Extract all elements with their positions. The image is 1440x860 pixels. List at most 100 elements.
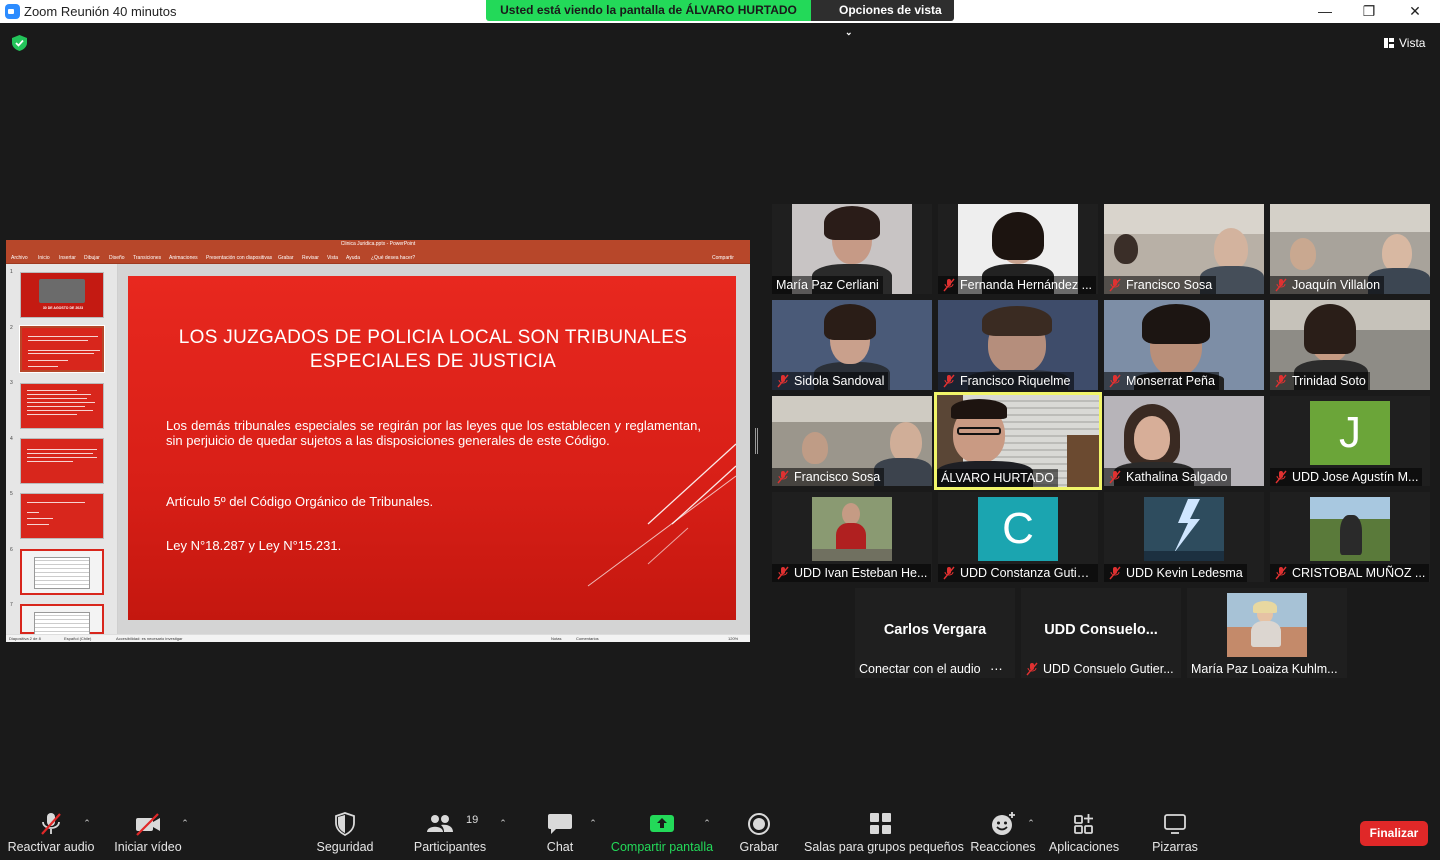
participant-profile-photo <box>812 497 892 561</box>
screen-share-banner: Usted está viendo la pantalla de ÁLVARO … <box>486 0 811 21</box>
status-comments: Comentarios <box>576 636 599 641</box>
audio-options-caret[interactable]: ⌃ <box>82 810 94 858</box>
participant-tile[interactable]: María Paz Loaiza Kuhlm... <box>1187 588 1347 678</box>
participant-tile[interactable]: UDD Kevin Ledesma <box>1104 492 1264 582</box>
whiteboards-label: Pizarras <box>1152 840 1198 854</box>
chevron-up-icon: ⌃ <box>181 818 189 828</box>
start-video-button[interactable]: Iniciar vídeo <box>110 810 186 858</box>
slide-title: LOS JUZGADOS DE POLICIA LOCAL SON TRIBUN… <box>178 327 688 372</box>
participant-tile[interactable]: Fernanda Hernández ... <box>938 204 1098 294</box>
participant-name: ÁLVARO HURTADO <box>937 469 1058 487</box>
more-options-icon[interactable]: ⋯ <box>990 662 1003 676</box>
view-options-button[interactable]: Opciones de vista ⌄ <box>811 0 954 37</box>
participant-tile[interactable]: Francisco Riquelme <box>938 300 1098 390</box>
participant-tile[interactable]: J UDD Jose Agustín M... <box>1270 396 1430 486</box>
chevron-up-icon: ⌃ <box>703 818 711 828</box>
participant-tile[interactable]: Sidola Sandoval <box>772 300 932 390</box>
muted-mic-icon <box>1275 374 1287 388</box>
muted-mic-icon <box>1275 566 1287 580</box>
whiteboards-button[interactable]: Pizarras <box>1146 810 1204 858</box>
apps-button[interactable]: Aplicaciones <box>1046 810 1122 858</box>
participants-button[interactable]: 19 Participantes <box>410 810 490 858</box>
powerpoint-status-bar: Diapositiva 2 de 8 Español (Chile) Acces… <box>6 634 750 642</box>
split-view-handle[interactable] <box>755 428 758 454</box>
smiley-icon <box>992 812 1015 835</box>
muted-mic-icon <box>1109 278 1121 292</box>
ribbon-tab: Revisar <box>302 255 319 261</box>
ribbon-tab: Inicio <box>38 255 50 261</box>
chevron-up-icon: ⌃ <box>499 818 507 828</box>
participant-tile[interactable]: UDD Consuelo... UDD Consuelo Gutier... <box>1021 588 1181 678</box>
ribbon-tab: Presentación con diapositivas <box>206 255 273 261</box>
slide-thumbnails-pane: 1 30 DE AGOSTO DE 2023 2 3 4 5 6 7 <box>6 264 118 636</box>
participant-tile[interactable]: UDD Ivan Esteban He... <box>772 492 932 582</box>
participant-tile[interactable]: C UDD Constanza Gutie... <box>938 492 1098 582</box>
participant-name: María Paz Cerliani <box>772 276 883 294</box>
encryption-shield-icon[interactable] <box>12 35 27 51</box>
start-video-label: Iniciar vídeo <box>114 840 182 854</box>
chevron-up-icon: ⌃ <box>83 818 91 828</box>
participant-tile[interactable]: Trinidad Soto <box>1270 300 1430 390</box>
muted-mic-icon <box>943 278 955 292</box>
status-zoom: 120% <box>728 636 739 641</box>
participant-tile[interactable]: Francisco Sosa <box>1104 204 1264 294</box>
muted-mic-icon <box>943 374 955 388</box>
active-speaker-tile[interactable]: ÁLVARO HURTADO <box>934 392 1102 490</box>
record-label: Grabar <box>739 840 779 854</box>
shared-screen[interactable]: Clinica Juridica.pptx - PowerPoint Archi… <box>6 240 750 642</box>
chevron-down-icon: ⌄ <box>845 27 853 37</box>
ribbon-tab: Grabar <box>278 255 294 261</box>
participant-tile[interactable]: Monserrat Peña <box>1104 300 1264 390</box>
apps-icon <box>1074 814 1093 834</box>
end-meeting-button[interactable]: Finalizar <box>1360 821 1428 846</box>
participants-label: Participantes <box>413 840 487 854</box>
participant-profile-photo <box>1227 593 1307 657</box>
muted-mic-icon <box>1109 374 1121 388</box>
ribbon-tab: Vista <box>327 255 339 261</box>
slide-thumbnail: 30 DE AGOSTO DE 2023 <box>20 272 104 318</box>
security-button[interactable]: Seguridad <box>310 810 380 858</box>
participant-tile[interactable]: Francisco Sosa <box>772 396 932 486</box>
chat-button[interactable]: Chat <box>535 810 585 858</box>
participant-tile[interactable]: Kathalina Salgado <box>1104 396 1264 486</box>
slide-thumbnail <box>20 549 104 595</box>
status-slide-number: Diapositiva 2 de 8 <box>9 636 41 641</box>
participant-name: Kathalina Salgado <box>1104 468 1232 486</box>
slide-editing-area: LOS JUZGADOS DE POLICIA LOCAL SON TRIBUN… <box>118 264 750 634</box>
thumb-number: 1 <box>10 269 13 275</box>
record-button[interactable]: Grabar <box>734 810 784 858</box>
ribbon-tab: Insertar <box>59 255 76 261</box>
video-options-caret[interactable]: ⌃ <box>180 810 192 858</box>
chat-options-caret[interactable]: ⌃ <box>588 810 600 858</box>
participant-name: Francisco Riquelme <box>938 372 1075 390</box>
ribbon-tab: Transiciones <box>133 255 162 261</box>
meeting-toolbar: Reactivar audio ⌃ Iniciar vídeo ⌃ Seguri… <box>0 800 1440 860</box>
share-options-caret[interactable]: ⌃ <box>702 810 714 858</box>
chevron-up-icon: ⌃ <box>589 818 597 828</box>
participant-tile[interactable]: Carlos Vergara Conectar con el audio ⋯ <box>855 588 1015 678</box>
window-title: Zoom Reunión 40 minutos <box>24 4 177 19</box>
participant-tile[interactable]: María Paz Cerliani <box>772 204 932 294</box>
view-options-label: Opciones de vista <box>839 3 942 17</box>
muted-mic-icon <box>1109 566 1121 580</box>
share-screen-label: Compartir pantalla <box>610 840 714 854</box>
participant-profile-photo <box>1310 497 1390 561</box>
participants-options-caret[interactable]: ⌃ <box>498 810 510 858</box>
share-screen-button[interactable]: Compartir pantalla <box>610 810 714 858</box>
breakout-rooms-button[interactable]: Salas para grupos pequeños <box>804 810 964 858</box>
participant-tile[interactable]: CRISTOBAL MUÑOZ ... <box>1270 492 1430 582</box>
minimize-button[interactable]: — <box>1302 0 1348 23</box>
participant-tile[interactable]: Joaquín Villalon <box>1270 204 1430 294</box>
reactions-options-caret[interactable]: ⌃ <box>1026 810 1038 858</box>
zoom-window: Zoom Reunión 40 minutos — ❐ ✕ Usted está… <box>0 0 1440 860</box>
participant-avatar: C <box>978 497 1058 561</box>
view-button[interactable]: Vista <box>1378 33 1434 53</box>
thumb-number: 5 <box>10 491 13 497</box>
maximize-button[interactable]: ❐ <box>1346 0 1392 23</box>
close-button[interactable]: ✕ <box>1392 0 1438 23</box>
participant-name: UDD Kevin Ledesma <box>1104 564 1247 582</box>
muted-mic-icon <box>777 470 789 484</box>
thumb-number: 3 <box>10 380 13 386</box>
ribbon-search: ¿Qué desea hacer? <box>371 255 416 261</box>
status-language: Español (Chile) <box>64 636 92 641</box>
